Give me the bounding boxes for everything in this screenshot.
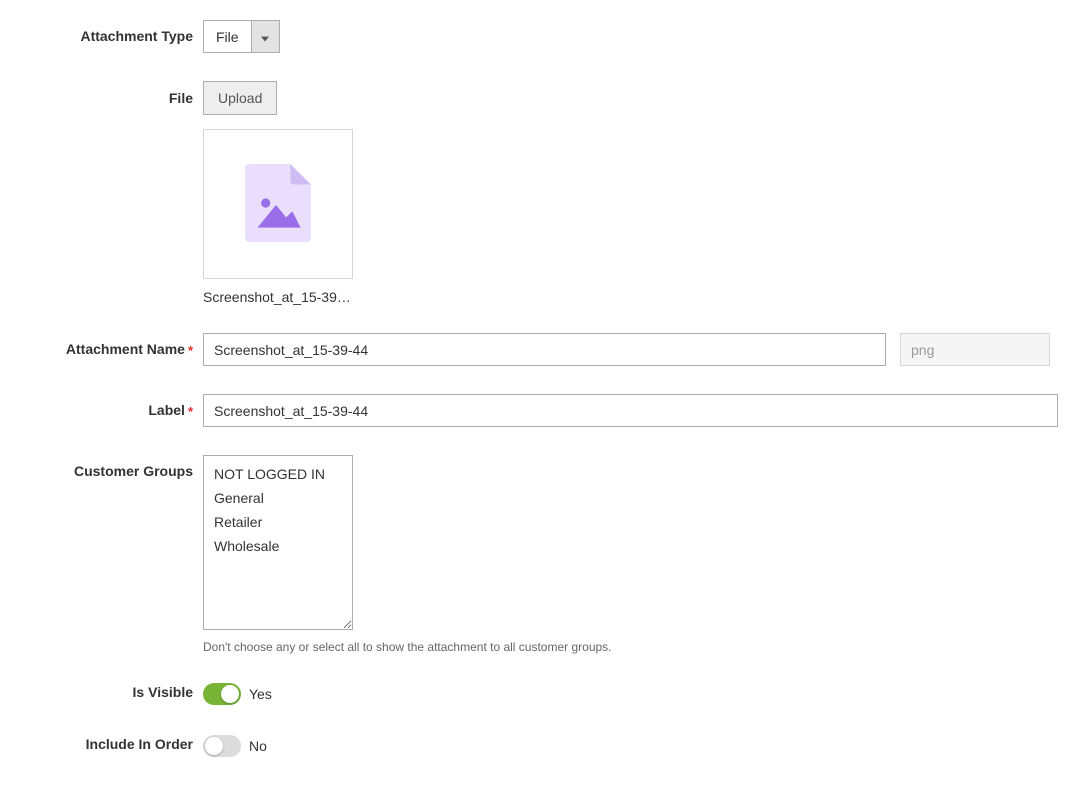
label-attachment-type: Attachment Type <box>20 20 203 44</box>
dropdown-arrow[interactable] <box>251 21 279 52</box>
label-attachment-name: Attachment Name* <box>20 333 203 358</box>
toggle-knob <box>221 685 239 703</box>
label-file: File <box>20 81 203 106</box>
customer-group-option[interactable]: General <box>204 486 352 510</box>
is-visible-state: Yes <box>249 686 272 702</box>
label-customer-groups: Customer Groups <box>20 455 203 479</box>
label-include-in-order: Include In Order <box>20 734 203 752</box>
label-is-visible: Is Visible <box>20 682 203 700</box>
file-preview-box[interactable] <box>203 129 353 279</box>
customer-group-option[interactable]: Wholesale <box>204 534 352 558</box>
file-preview-caption: Screenshot_at_15-39-44.png <box>203 289 353 305</box>
row-attachment-type: Attachment Type File <box>20 20 1050 53</box>
required-star-icon: * <box>188 343 193 358</box>
row-file: File Upload Screenshot_at_15-39-44.png <box>20 81 1050 305</box>
attachment-type-value: File <box>204 21 251 52</box>
row-attachment-name: Attachment Name* <box>20 333 1050 366</box>
customer-groups-select[interactable]: NOT LOGGED IN General Retailer Wholesale <box>203 455 353 630</box>
is-visible-toggle[interactable] <box>203 683 241 705</box>
required-star-icon: * <box>188 404 193 419</box>
image-file-icon <box>245 164 311 245</box>
customer-group-option[interactable]: Retailer <box>204 510 352 534</box>
attachment-name-input[interactable] <box>203 333 886 366</box>
label-input[interactable] <box>203 394 1058 427</box>
customer-groups-help: Don't choose any or select all to show t… <box>203 640 612 654</box>
row-label: Label* <box>20 394 1050 427</box>
label-label: Label* <box>20 394 203 419</box>
upload-button[interactable]: Upload <box>203 81 277 115</box>
row-customer-groups: Customer Groups NOT LOGGED IN General Re… <box>20 455 1050 654</box>
include-in-order-toggle[interactable] <box>203 735 241 757</box>
attachment-extension-input <box>900 333 1050 366</box>
customer-group-option[interactable]: NOT LOGGED IN <box>204 462 352 486</box>
chevron-down-icon <box>261 29 269 45</box>
include-in-order-state: No <box>249 738 267 754</box>
row-include-in-order: Include In Order No <box>20 734 1050 758</box>
attachment-type-select[interactable]: File <box>203 20 280 53</box>
row-is-visible: Is Visible Yes <box>20 682 1050 706</box>
toggle-knob <box>205 737 223 755</box>
